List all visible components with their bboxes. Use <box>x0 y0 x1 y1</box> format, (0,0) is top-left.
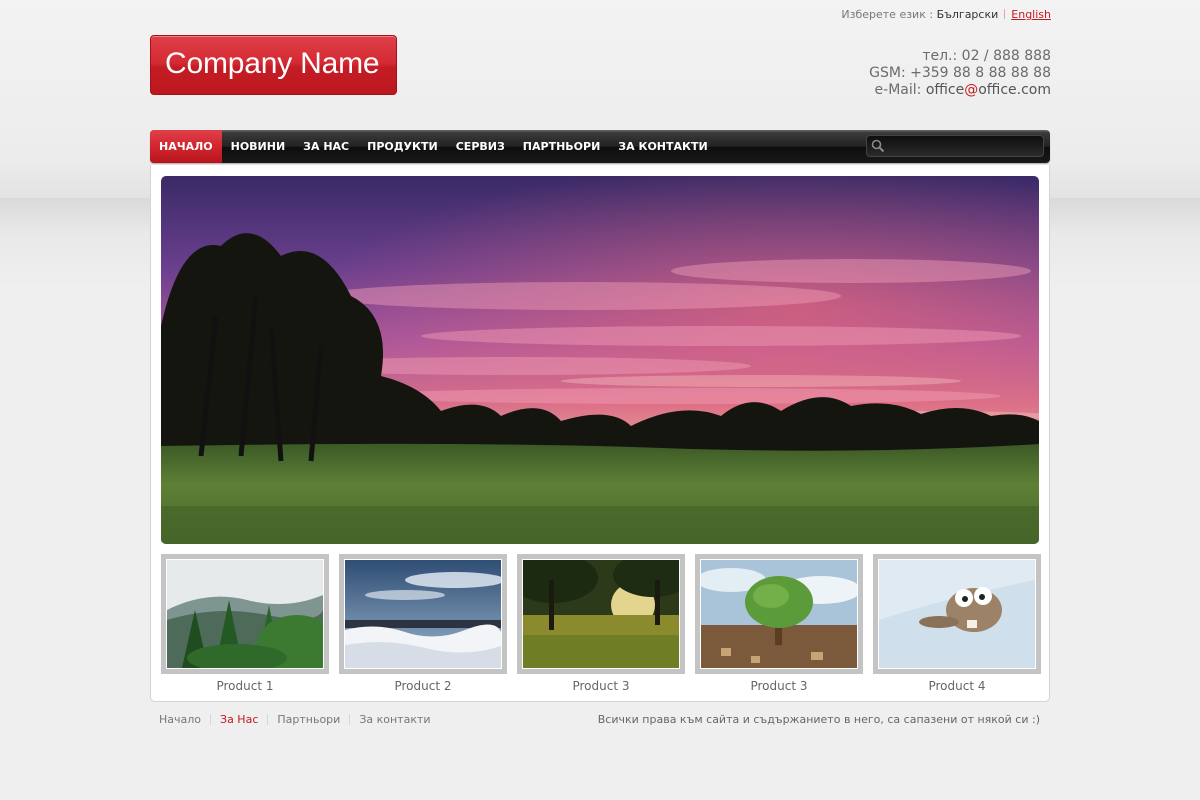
product-card[interactable]: Product 3 <box>517 554 685 693</box>
contact-email-label: e-Mail: <box>874 82 926 98</box>
contact-info: тел.: 02 / 888 888 GSM: +359 88 8 88 88 … <box>869 48 1051 99</box>
footer-separator <box>349 714 351 725</box>
product-caption: Product 2 <box>394 679 452 693</box>
product-thumbnail-frame <box>695 554 863 674</box>
product-card[interactable]: Product 3 <box>695 554 863 693</box>
contact-email-user[interactable]: office <box>926 82 964 98</box>
product-caption: Product 4 <box>928 679 986 693</box>
footer-separator <box>210 714 212 725</box>
product-card[interactable]: Product 1 <box>161 554 329 693</box>
contact-email-domain[interactable]: office.com <box>978 82 1051 98</box>
product-thumbnail-frame <box>517 554 685 674</box>
footer-navigation: Начало За Нас Партньори За контакти <box>159 713 431 726</box>
product-thumbnail-frame <box>161 554 329 674</box>
product-thumbnail-tree <box>700 559 858 669</box>
language-bulgarian-link[interactable]: Български <box>937 8 999 21</box>
main-navigation-items: НАЧАЛО НОВИНИ ЗА НАС ПРОДУКТИ СЕРВИЗ ПАР… <box>150 130 717 163</box>
main-content: Product 1 Product 2 Product 3 Product 3 … <box>150 165 1050 702</box>
nav-item-home[interactable]: НАЧАЛО <box>150 130 222 163</box>
product-thumbnail-forest <box>166 559 324 669</box>
nav-item-service[interactable]: СЕРВИЗ <box>447 130 514 163</box>
product-thumbnail-clouds <box>344 559 502 669</box>
hero-landscape-image <box>161 176 1039 544</box>
search-box <box>866 135 1044 157</box>
footer-link-partners[interactable]: Партньори <box>277 713 340 726</box>
product-card[interactable]: Product 4 <box>873 554 1041 693</box>
hero-landscape-illustration <box>161 176 1039 544</box>
contact-email: e-Mail: office@office.com <box>869 82 1051 99</box>
product-caption: Product 1 <box>216 679 274 693</box>
product-card[interactable]: Product 2 <box>339 554 507 693</box>
footer-link-about[interactable]: За Нас <box>220 713 258 726</box>
product-caption: Product 3 <box>572 679 630 693</box>
company-logo-text: Company Name <box>165 47 380 80</box>
nav-item-about[interactable]: ЗА НАС <box>294 130 358 163</box>
nav-item-partners[interactable]: ПАРТНЬОРИ <box>514 130 610 163</box>
product-caption: Product 3 <box>750 679 808 693</box>
search-icon[interactable] <box>871 139 885 153</box>
nav-item-contacts[interactable]: ЗА КОНТАКТИ <box>609 130 716 163</box>
company-logo[interactable]: Company Name <box>150 35 397 95</box>
nav-item-news[interactable]: НОВИНИ <box>222 130 295 163</box>
product-gallery: Product 1 Product 2 Product 3 Product 3 … <box>161 554 1041 694</box>
nav-item-products[interactable]: ПРОДУКТИ <box>358 130 447 163</box>
main-navigation: НАЧАЛО НОВИНИ ЗА НАС ПРОДУКТИ СЕРВИЗ ПАР… <box>150 130 1050 163</box>
product-thumbnail-frame <box>873 554 1041 674</box>
footer-link-contacts[interactable]: За контакти <box>359 713 430 726</box>
footer-separator <box>267 714 269 725</box>
language-english-link[interactable]: English <box>1011 8 1051 21</box>
contact-email-at: @ <box>964 82 979 98</box>
search-input[interactable] <box>891 138 1037 154</box>
page-wrapper: Изберете език : Български English Company… <box>150 0 1051 800</box>
language-prompt: Изберете език : <box>841 8 934 21</box>
product-thumbnail-sunlit-park <box>522 559 680 669</box>
contact-gsm: GSM: +359 88 8 88 88 88 <box>869 65 1051 81</box>
product-thumbnail-cartoon-squirrel <box>878 559 1036 669</box>
contact-phone: тел.: 02 / 888 888 <box>922 48 1051 64</box>
language-selector: Изберете език : Български English <box>841 8 1051 21</box>
copyright-text: Всички права към сайта и съдържанието в … <box>597 713 1040 726</box>
product-thumbnail-frame <box>339 554 507 674</box>
footer-link-home[interactable]: Начало <box>159 713 201 726</box>
language-separator <box>1004 9 1006 19</box>
